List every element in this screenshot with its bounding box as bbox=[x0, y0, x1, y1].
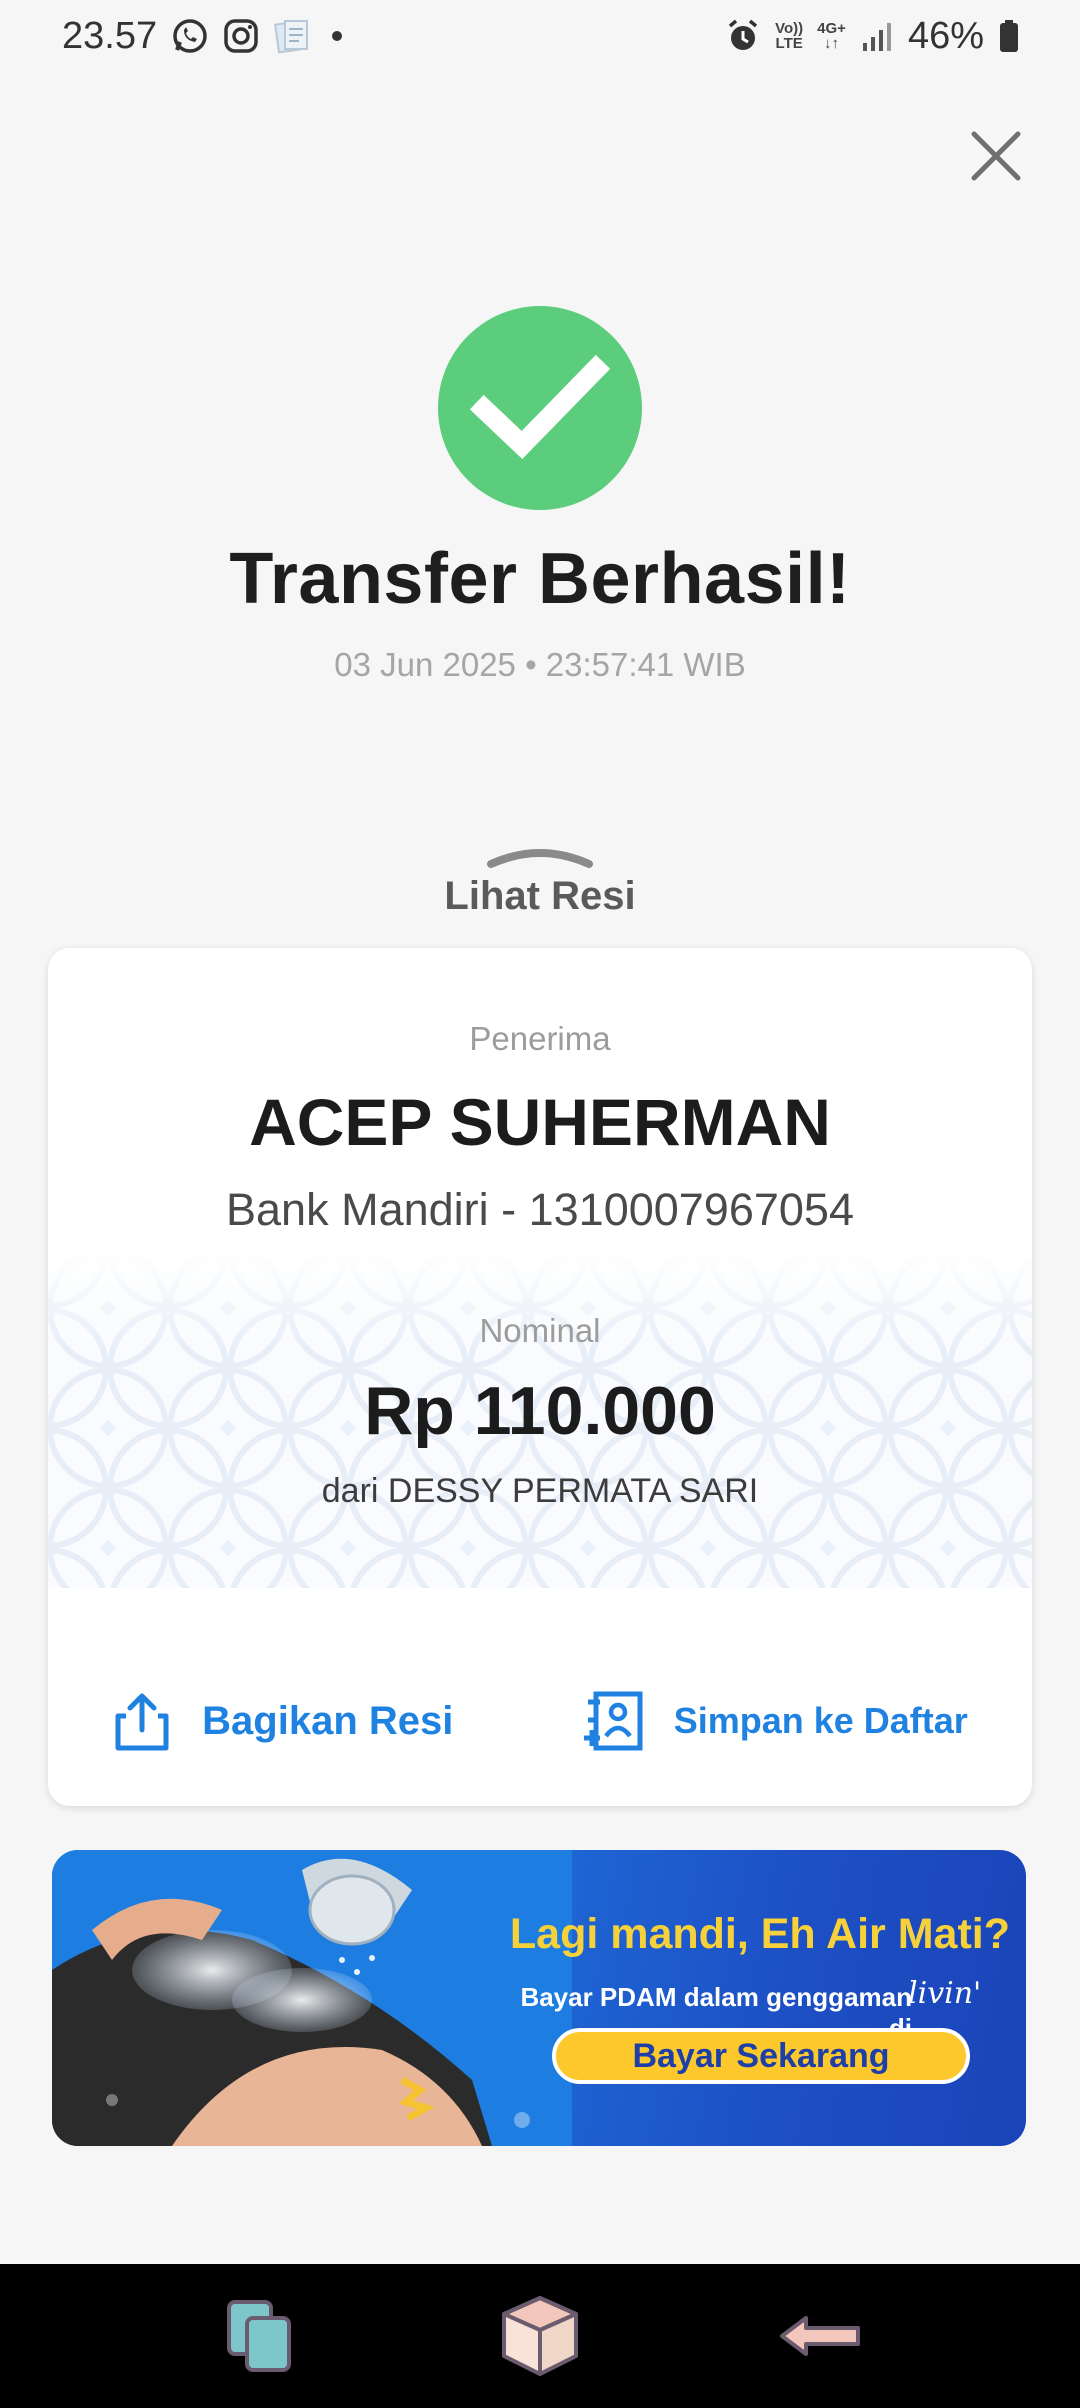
view-receipt-toggle[interactable]: Lihat Resi bbox=[390, 842, 690, 922]
recent-apps-button[interactable] bbox=[210, 2286, 310, 2386]
status-bar: 23.57 Vo)) LTE 4G+ ↓↑ 46% bbox=[0, 0, 1080, 72]
home-button[interactable] bbox=[490, 2286, 590, 2386]
save-to-list-label: Simpan ke Daftar bbox=[673, 1700, 968, 1741]
close-button[interactable] bbox=[964, 124, 1028, 188]
transaction-timestamp: 03 Jun 2025 • 23:57:41 WIB bbox=[334, 646, 746, 683]
alarm-icon bbox=[725, 18, 761, 54]
notes-icon bbox=[273, 17, 313, 55]
volte-bottom-text: LTE bbox=[775, 35, 803, 52]
amount-label: Nominal bbox=[479, 1312, 601, 1349]
back-button[interactable] bbox=[770, 2286, 870, 2386]
recipient-name: ACEP SUHERMAN bbox=[249, 1085, 831, 1159]
status-right: Vo)) LTE 4G+ ↓↑ 46% bbox=[725, 15, 1020, 58]
recipient-account: Bank Mandiri - 1310007967054 bbox=[226, 1184, 854, 1235]
volte-icon: Vo)) LTE bbox=[775, 21, 803, 51]
battery-icon bbox=[998, 18, 1020, 54]
sender-name: dari DESSY PERMATA SARI bbox=[321, 1472, 759, 1510]
share-icon bbox=[115, 1693, 169, 1751]
whatsapp-icon bbox=[171, 17, 209, 55]
close-icon bbox=[971, 131, 1021, 181]
banner-headline: Lagi mandi, Eh Air Mati? bbox=[509, 1910, 1010, 1958]
4g-text: 4G+ bbox=[817, 20, 846, 37]
home-icon bbox=[502, 2296, 578, 2376]
recipient-label: Penerima bbox=[469, 1020, 611, 1057]
signal-icon bbox=[860, 19, 894, 53]
promo-banner[interactable]: Lagi mandi, Eh Air Mati? Bayar PDAM dala… bbox=[52, 1850, 1026, 2146]
share-receipt-label: Bagikan Resi bbox=[202, 1698, 454, 1743]
4g-icon: 4G+ ↓↑ bbox=[817, 20, 846, 52]
view-receipt-label: Lihat Resi bbox=[444, 874, 636, 918]
pay-now-button[interactable]: Bayar Sekarang bbox=[552, 2028, 970, 2084]
status-left: 23.57 bbox=[62, 15, 347, 58]
back-icon bbox=[780, 2316, 860, 2356]
save-to-list-button[interactable]: Simpan ke Daftar bbox=[582, 1690, 968, 1752]
page-title: Transfer Berhasil! bbox=[229, 539, 851, 619]
dot-icon bbox=[327, 26, 347, 46]
instagram-icon bbox=[223, 18, 259, 54]
receipt-card: Penerima ACEP SUHERMAN Bank Mandiri - 13… bbox=[48, 948, 1032, 1806]
share-receipt-button[interactable]: Bagikan Resi bbox=[112, 1690, 453, 1752]
battery-percent: 46% bbox=[907, 14, 984, 57]
livin-logo: livin' bbox=[908, 1976, 982, 2011]
success-check-icon bbox=[438, 306, 642, 510]
recent-apps-icon bbox=[227, 2300, 291, 2372]
receipt-actions: Bagikan Resi Simpan ke Daftar bbox=[48, 1636, 1032, 1806]
chevron-up-icon bbox=[487, 849, 593, 868]
navigation-bar bbox=[0, 2264, 1080, 2408]
status-time: 23.57 bbox=[62, 14, 158, 57]
add-contact-icon bbox=[583, 1691, 643, 1751]
transfer-amount: Rp 110.000 bbox=[364, 1373, 716, 1449]
